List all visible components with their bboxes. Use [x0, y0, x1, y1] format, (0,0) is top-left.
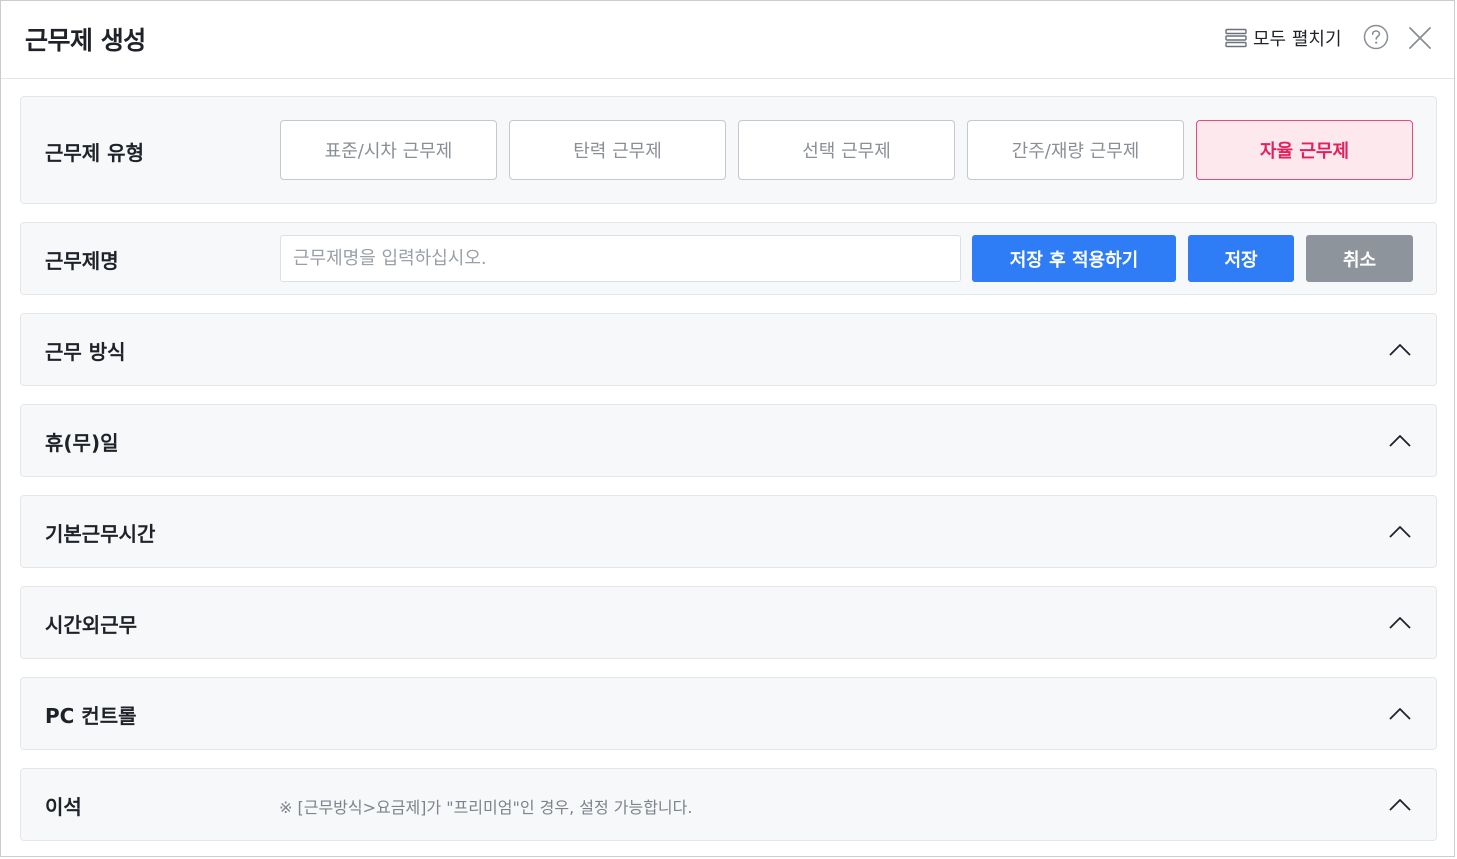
work-type-option-selective[interactable]: 선택 근무제 — [738, 120, 955, 180]
section-label: 기본근무시간 — [45, 522, 156, 546]
premium-notice: ※ [근무방식>요금제]가 "프리미엄"인 경우, 설정 가능합니다. — [279, 798, 693, 817]
section-label: 이석 — [45, 795, 82, 819]
work-name-label: 근무제명 — [45, 249, 119, 273]
section-pc-control[interactable]: PC 컨트롤 — [20, 677, 1437, 750]
list-icon — [1225, 28, 1247, 48]
work-name-input[interactable] — [280, 235, 961, 282]
dialog-body: 근무제 유형 표준/시차 근무제 탄력 근무제 선택 근무제 간주/재량 근무제… — [1, 79, 1454, 856]
work-type-option-autonomous[interactable]: 자율 근무제 — [1196, 120, 1413, 180]
expand-all-label: 모두 펼치기 — [1253, 29, 1342, 50]
section-overtime[interactable]: 시간외근무 — [20, 586, 1437, 659]
section-label: PC 컨트롤 — [45, 704, 137, 728]
save-button[interactable]: 저장 — [1188, 235, 1294, 282]
section-work-method[interactable]: 근무 방식 — [20, 313, 1437, 386]
help-icon[interactable] — [1363, 24, 1389, 50]
section-holidays[interactable]: 휴(무)일 — [20, 404, 1437, 477]
save-and-apply-button[interactable]: 저장 후 적용하기 — [972, 235, 1176, 282]
expand-all-button[interactable]: 모두 펼치기 — [1225, 25, 1342, 51]
section-label: 시간외근무 — [45, 613, 137, 637]
section-away-from-seat[interactable]: 이석 ※ [근무방식>요금제]가 "프리미엄"인 경우, 설정 가능합니다. — [20, 768, 1437, 841]
close-icon[interactable] — [1408, 26, 1432, 50]
chevron-up-icon[interactable] — [1389, 704, 1411, 724]
section-label: 근무 방식 — [45, 340, 126, 364]
chevron-up-icon[interactable] — [1389, 340, 1411, 360]
chevron-up-icon[interactable] — [1389, 613, 1411, 633]
cancel-button[interactable]: 취소 — [1306, 235, 1413, 282]
work-name-card: 근무제명 저장 후 적용하기 저장 취소 — [20, 222, 1437, 295]
dialog-title: 근무제 생성 — [25, 26, 146, 55]
work-type-card: 근무제 유형 표준/시차 근무제 탄력 근무제 선택 근무제 간주/재량 근무제… — [20, 96, 1437, 204]
section-basic-work-hours[interactable]: 기본근무시간 — [20, 495, 1437, 568]
dialog-header: 근무제 생성 모두 펼치기 — [1, 1, 1454, 79]
chevron-up-icon[interactable] — [1389, 522, 1411, 542]
work-type-option-standard[interactable]: 표준/시차 근무제 — [280, 120, 497, 180]
work-type-option-deemed[interactable]: 간주/재량 근무제 — [967, 120, 1184, 180]
work-schedule-create-dialog: 근무제 생성 모두 펼치기 근무제 유형 표준/시차 근무제 탄력 근무제 선택… — [0, 0, 1455, 857]
work-type-label: 근무제 유형 — [45, 141, 144, 165]
chevron-up-icon[interactable] — [1389, 431, 1411, 451]
work-type-option-flexible[interactable]: 탄력 근무제 — [509, 120, 726, 180]
chevron-up-icon[interactable] — [1389, 795, 1411, 815]
section-label: 휴(무)일 — [45, 431, 119, 455]
